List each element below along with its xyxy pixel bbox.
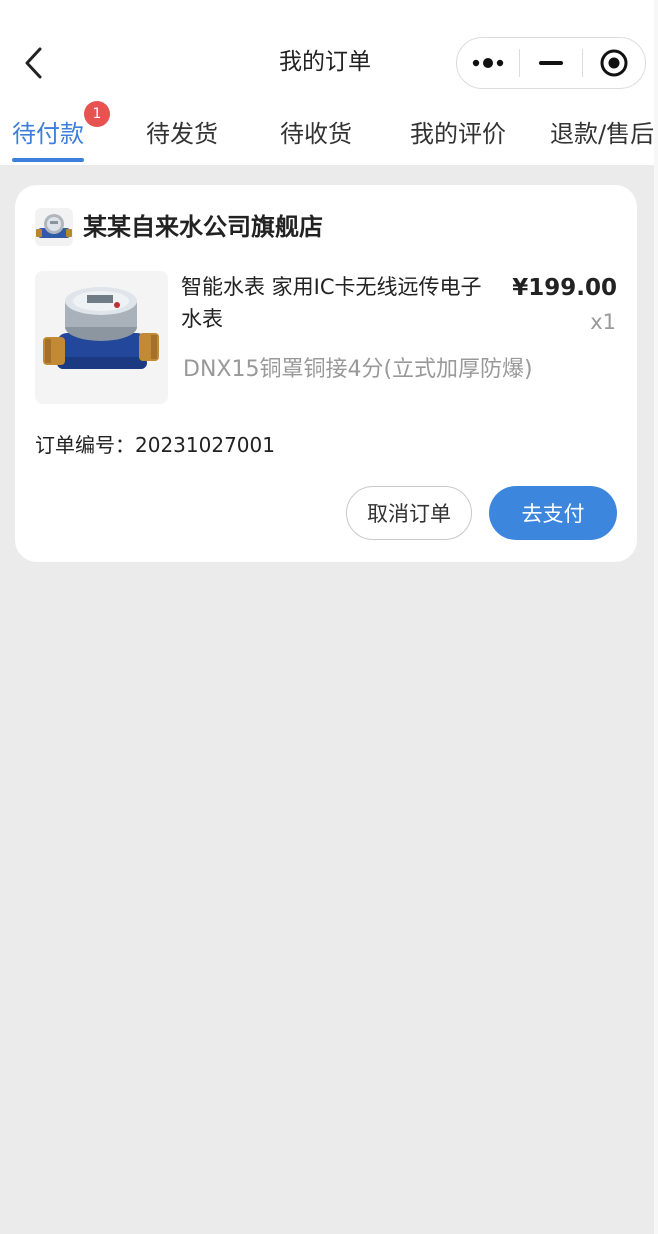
- cancel-order-button[interactable]: 取消订单: [346, 486, 472, 540]
- pay-button[interactable]: 去支付: [489, 486, 617, 540]
- shop-name[interactable]: 某某自来水公司旗舰店: [83, 209, 323, 245]
- product-name[interactable]: 智能水表 家用IC卡无线远传电子水表: [181, 271, 501, 335]
- mini-program-capsule: [456, 37, 646, 89]
- order-card[interactable]: 某某自来水公司旗舰店 智能水表 家用IC卡无线远传电子水表 ¥199.00 x1…: [15, 185, 637, 562]
- water-meter-thumbnail-icon: [36, 214, 72, 238]
- screen-edge: [654, 0, 658, 1234]
- close-button[interactable]: [583, 38, 645, 88]
- pending-payment-badge: 1: [84, 101, 110, 127]
- tab-my-reviews[interactable]: 我的评价: [410, 114, 506, 149]
- product-image[interactable]: [35, 271, 168, 404]
- product-spec: DNX15铜罩铜接4分(立式加厚防爆): [183, 357, 533, 382]
- active-tab-indicator: [12, 158, 84, 162]
- tab-pending-payment[interactable]: 待付款: [12, 114, 84, 149]
- more-button[interactable]: [457, 38, 519, 88]
- more-dots-icon: [472, 58, 504, 68]
- minimize-button[interactable]: [520, 38, 582, 88]
- tab-pending-receipt[interactable]: 待收货: [280, 114, 352, 149]
- target-circle-icon: [600, 49, 628, 77]
- tab-refund-after-sales[interactable]: 退款/售后: [550, 114, 654, 149]
- water-meter-image: [35, 271, 168, 404]
- order-number: 订单编号：20231027001: [35, 433, 275, 457]
- tab-pending-shipment[interactable]: 待发货: [146, 114, 218, 149]
- shop-logo: [35, 208, 73, 246]
- minimize-icon: [539, 61, 563, 65]
- product-quantity: x1: [590, 310, 616, 334]
- product-price: ¥199.00: [512, 275, 617, 301]
- top-bar: 我的订单 待付款 待发货 待收货 我的评价 退款/售后 1: [0, 0, 658, 165]
